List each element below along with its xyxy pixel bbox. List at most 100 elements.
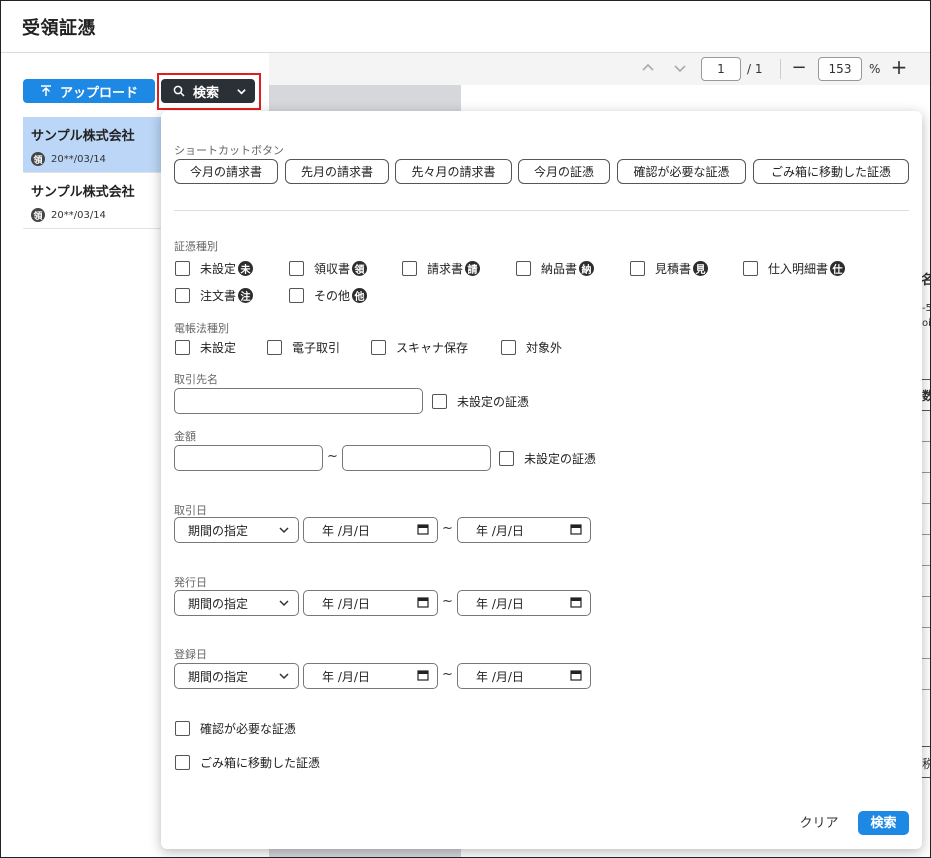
issue-date-to[interactable]: 年 /月/日 [457,590,591,616]
date-placeholder: 年 /月/日 [476,596,524,611]
doc-type-receipt-checkbox[interactable]: 領収書 領 [289,260,368,277]
doc-fragment: 名 [921,269,930,288]
ledger-excluded-checkbox[interactable]: 対象外 [501,339,562,356]
checkbox-label: ごみ箱に移動した証憑 [200,756,321,770]
registration-date-from[interactable]: 年 /月/日 [303,663,438,689]
date-placeholder: 年 /月/日 [476,523,524,538]
needs-confirmation-checkbox[interactable]: 確認が必要な証憑 [175,720,296,737]
zoom-in-button[interactable]: + [889,55,909,79]
shortcut-trash[interactable]: ごみ箱に移動した証憑 [753,159,909,184]
chevron-up-icon [642,63,654,71]
select-value: 期間の指定 [188,669,249,684]
select-value: 期間の指定 [188,523,249,538]
zoom-input[interactable]: 153 [818,57,862,81]
chevron-down-icon [237,88,246,95]
transaction-period-select[interactable]: 期間の指定 [174,517,299,543]
doc-type-tag: 未 [238,261,254,276]
checkbox-box [630,261,645,276]
doc-type-estimate-checkbox[interactable]: 見積書 見 [630,260,709,277]
amount-unset-checkbox[interactable]: 未設定の証憑 [499,450,596,467]
checkbox-label: スキャナ保存 [396,341,469,355]
doc-type-other-checkbox[interactable]: その他 他 [289,287,368,304]
checkbox-label: 領収書 [314,262,351,276]
receipt-badge: 領 [31,208,45,222]
doc-rule [922,534,930,535]
range-tilde: ~ [442,667,453,682]
search-toggle-button[interactable]: 検索 [161,79,255,103]
doc-rule [922,689,930,690]
doc-rule [922,503,930,504]
registration-date-to[interactable]: 年 /月/日 [457,663,591,689]
page-number-input[interactable]: 1 [701,57,741,81]
doc-rule [922,596,930,597]
doc-type-purchase-statement-checkbox[interactable]: 仕入明細書 仕 [743,260,846,277]
amount-min-input[interactable] [174,445,323,471]
checkbox-label: 見積書 [655,262,692,276]
receipt-badge: 領 [31,152,45,166]
checkbox-label: 納品書 [541,262,578,276]
checkbox-label: 未設定の証憑 [457,395,530,409]
partner-unset-checkbox[interactable]: 未設定の証憑 [432,393,529,410]
checkbox-box [267,340,282,355]
select-value: 期間の指定 [188,596,249,611]
shortcut-needs-confirmation[interactable]: 確認が必要な証憑 [617,159,746,184]
next-page-button[interactable] [673,61,689,77]
amount-max-input[interactable] [342,445,491,471]
doc-type-unset-checkbox[interactable]: 未設定 未 [175,260,254,277]
doc-type-invoice-checkbox[interactable]: 請求書 請 [402,260,481,277]
ledger-unset-checkbox[interactable]: 未設定 [175,339,236,356]
shortcut-this-month-invoice[interactable]: 今月の請求書 [174,159,278,184]
transaction-date-to[interactable]: 年 /月/日 [457,517,591,543]
registration-period-select[interactable]: 期間の指定 [174,663,299,689]
checkbox-label: 未設定 [200,341,237,355]
checkbox-box [501,340,516,355]
issue-date-from[interactable]: 年 /月/日 [303,590,438,616]
zoom-out-button[interactable]: − [789,57,809,81]
doc-type-label: 証憑種別 [174,240,218,253]
shortcut-two-months-ago-invoice[interactable]: 先々月の請求書 [395,159,512,184]
clear-button[interactable]: クリア [794,811,844,835]
doc-type-tag: 納 [579,261,595,276]
doc-type-tag: 仕 [830,261,846,276]
page-total: / 1 [747,62,763,76]
checkbox-label: 未設定 [200,262,237,276]
checkbox-box [289,261,304,276]
doc-type-tag: 領 [352,261,368,276]
issue-period-select[interactable]: 期間の指定 [174,590,299,616]
doc-fragment: oi [922,318,931,329]
doc-type-tag: 見 [693,261,709,276]
toolbar-divider [780,59,781,79]
doc-type-order-checkbox[interactable]: 注文書 注 [175,287,254,304]
upload-button[interactable]: アップロード [23,79,155,103]
upload-label: アップロード [59,84,138,100]
calendar-icon [570,597,582,608]
calendar-icon [417,670,429,681]
partner-input[interactable] [174,388,423,414]
checkbox-box [175,261,190,276]
date-placeholder: 年 /月/日 [322,669,370,684]
checkbox-box [743,261,758,276]
ledger-electronic-checkbox[interactable]: 電子取引 [267,339,340,356]
checkbox-box [175,721,190,736]
checkbox-label: その他 [314,289,351,303]
doc-type-delivery-checkbox[interactable]: 納品書 納 [516,260,595,277]
transaction-date-from[interactable]: 年 /月/日 [303,517,438,543]
checkbox-box [175,755,190,770]
item-date: 20**/03/14 [51,209,106,221]
checkbox-box [432,394,447,409]
checkbox-box [289,288,304,303]
shortcut-this-month-voucher[interactable]: 今月の証憑 [518,159,610,184]
doc-fragment: 税 [922,755,930,772]
in-trash-checkbox[interactable]: ごみ箱に移動した証憑 [175,754,320,771]
doc-fragment: 数 [922,387,930,404]
range-tilde: ~ [442,521,453,536]
doc-rule [922,658,930,659]
doc-rule [922,441,930,442]
doc-rule [922,472,930,473]
divider [174,210,909,211]
ledger-scanner-checkbox[interactable]: スキャナ保存 [371,339,468,356]
date-placeholder: 年 /月/日 [476,669,524,684]
shortcut-last-month-invoice[interactable]: 先月の請求書 [285,159,389,184]
prev-page-button[interactable] [641,61,657,77]
search-submit-button[interactable]: 検索 [858,811,909,835]
